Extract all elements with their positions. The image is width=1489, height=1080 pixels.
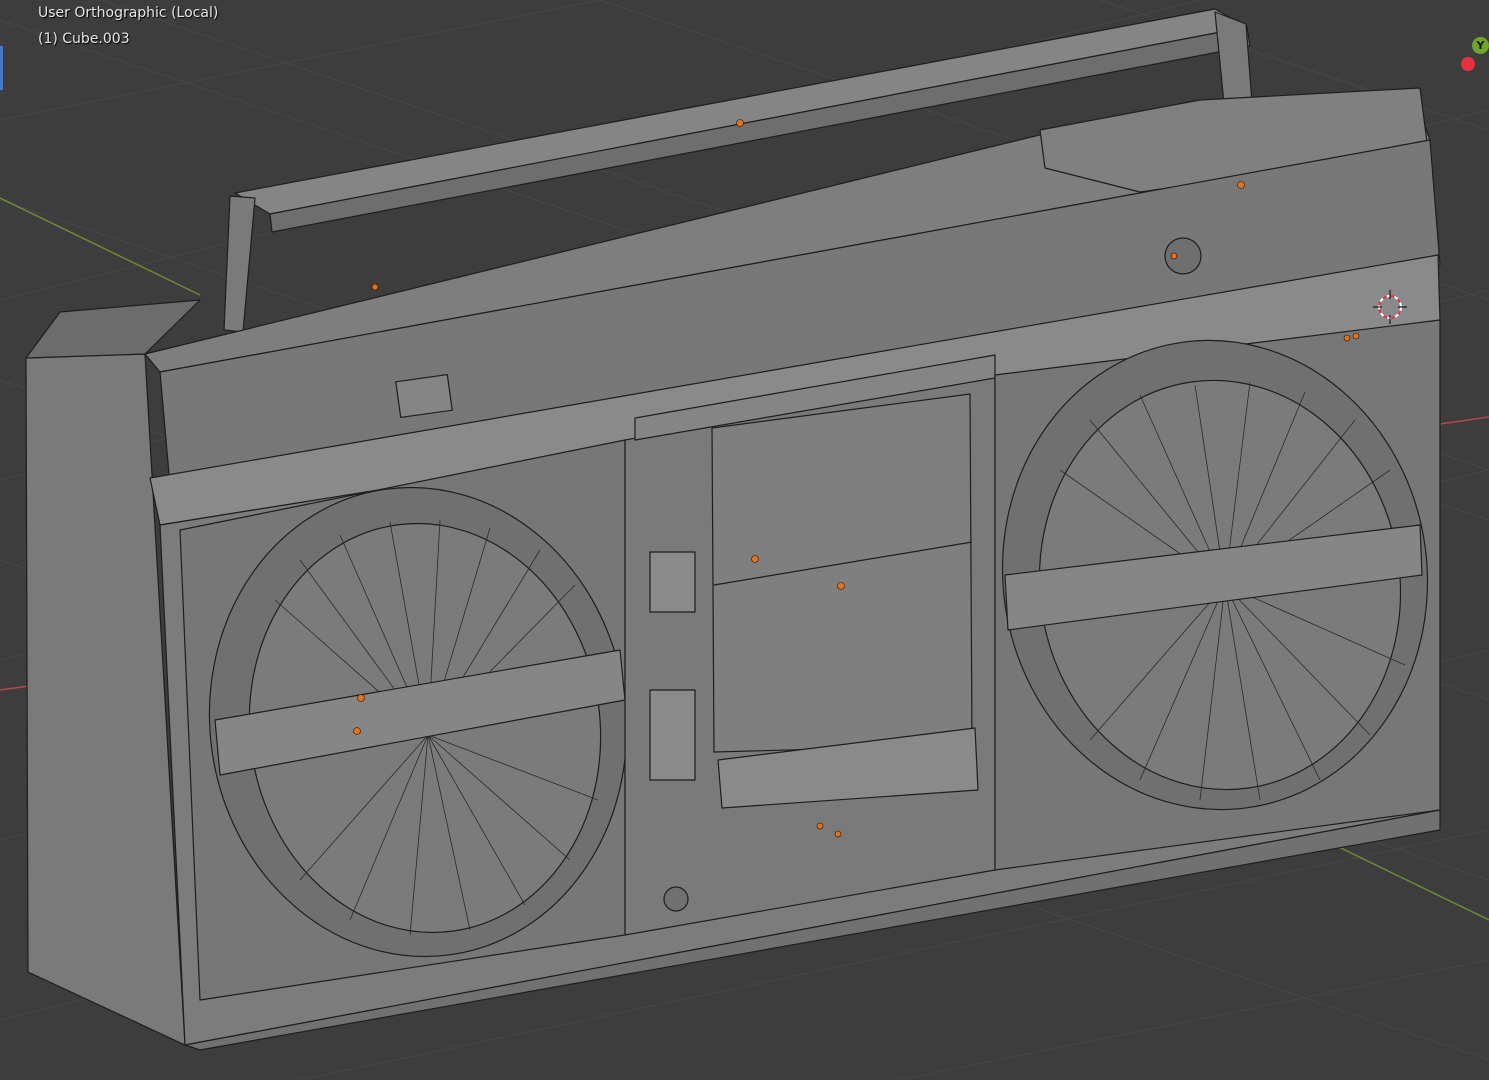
top-band-button[interactable] bbox=[395, 373, 453, 419]
side-panel-left[interactable] bbox=[25, 353, 186, 1046]
region-edge-indicator bbox=[0, 46, 3, 90]
volume-knob[interactable] bbox=[663, 886, 689, 912]
tuning-dial[interactable] bbox=[1164, 237, 1202, 275]
3d-viewport[interactable]: User Orthographic (Local) (1) Cube.003 Y bbox=[0, 0, 1489, 1080]
viewport-scene[interactable] bbox=[0, 0, 1489, 1080]
active-object-label: (1) Cube.003 bbox=[38, 31, 130, 47]
gizmo-x-axis-icon[interactable] bbox=[1461, 57, 1475, 71]
view-name-label: User Orthographic (Local) bbox=[38, 5, 219, 21]
y-axis-line bbox=[0, 197, 201, 296]
x-axis-line-right bbox=[1439, 416, 1489, 425]
boombox-mesh[interactable] bbox=[25, 8, 1458, 1051]
gizmo-y-axis-icon[interactable]: Y bbox=[1472, 37, 1489, 54]
cassette-door[interactable] bbox=[711, 393, 973, 753]
handle-post-left[interactable] bbox=[223, 195, 256, 333]
slider-switch-2[interactable] bbox=[649, 689, 696, 781]
slider-switch-1[interactable] bbox=[649, 551, 696, 613]
